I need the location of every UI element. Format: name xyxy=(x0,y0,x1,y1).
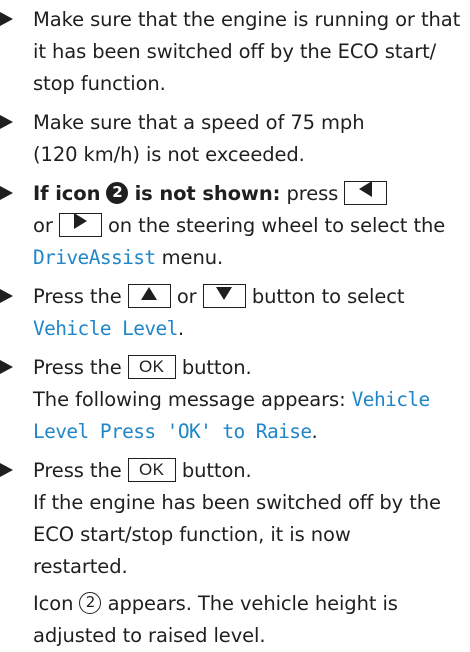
step-text: . xyxy=(177,317,184,340)
or-text: or xyxy=(176,285,197,308)
step-line: restarted. xyxy=(33,555,128,578)
step-line: Vehicle Level. xyxy=(33,313,470,345)
step-line: (120 km/h) is not exceeded. xyxy=(33,143,305,166)
step-line: it has been switched off by the ECO star… xyxy=(33,40,437,63)
step-line: Press the OK button. xyxy=(33,352,470,384)
step-line: Make sure that the engine is running or … xyxy=(33,8,461,31)
step-line: DriveAssist menu. xyxy=(33,242,470,274)
step-text: The following message appears: xyxy=(33,388,346,411)
step-line: Press the OK button. xyxy=(33,455,470,487)
left-arrow-icon xyxy=(359,180,373,197)
right-arrow-icon xyxy=(73,212,87,229)
bullet-icon xyxy=(0,360,13,374)
bullet-icon xyxy=(0,289,13,303)
or-text: or xyxy=(33,214,53,237)
step-line: adjusted to raised level. xyxy=(33,624,266,647)
step-text: button to select xyxy=(251,285,405,308)
step-select-vehicle-level: Press the or button to select Vehicle Le… xyxy=(0,281,470,345)
step-line: or on the steering wheel to select the xyxy=(33,210,470,242)
press-text: press xyxy=(286,182,339,205)
step-text: Press the xyxy=(33,459,122,482)
up-arrow-icon xyxy=(141,286,158,300)
down-arrow-icon xyxy=(216,286,233,300)
step-press-ok-message: Press the OK button. The following messa… xyxy=(0,352,470,448)
ok-key: OK xyxy=(127,354,176,379)
up-arrow-key xyxy=(127,283,171,308)
step-text: on the steering wheel to select the xyxy=(107,214,446,237)
step-line: If the engine has been switched off by t… xyxy=(33,491,441,514)
step-text: menu. xyxy=(161,246,224,269)
step-speed-limit: Make sure that a speed of 75 mph (120 km… xyxy=(0,107,470,171)
instruction-page: Make sure that the engine is running or … xyxy=(0,0,470,647)
step-text: appears. The vehicle height is xyxy=(107,592,398,615)
condition-label: If icon xyxy=(33,182,101,205)
right-arrow-key xyxy=(58,212,102,237)
step-line: Level Press 'OK' to Raise. xyxy=(33,416,470,448)
down-arrow-key xyxy=(202,283,246,308)
ok-key: OK xyxy=(127,457,176,482)
step-if-icon-not-shown: If icon 2 is not shown: press or on the … xyxy=(0,178,470,274)
condition-label-suffix: is not shown: xyxy=(134,182,281,205)
step-line: stop function. xyxy=(33,72,166,95)
bullet-icon xyxy=(0,12,13,26)
step-line: Make sure that a speed of 75 mph xyxy=(33,111,365,134)
menu-name: DriveAssist xyxy=(33,246,156,269)
step-text: Press the xyxy=(33,356,122,379)
step-text: button. xyxy=(181,356,252,379)
step-text: Press the xyxy=(33,285,122,308)
bullet-icon xyxy=(0,463,13,477)
step-text: Icon xyxy=(33,592,74,615)
bullet-icon xyxy=(0,115,13,129)
bullet-icon xyxy=(0,186,13,200)
step-line: Press the or button to select xyxy=(33,281,470,313)
display-message: Level Press 'OK' to Raise xyxy=(33,420,312,443)
step-line: The following message appears: Vehicle xyxy=(33,384,470,416)
step-line: Icon 2 appears. The vehicle height is xyxy=(33,588,470,620)
icon-2-marker: 2 xyxy=(79,591,102,614)
icon-2-marker: 2 xyxy=(106,181,129,204)
step-line: If icon 2 is not shown: press xyxy=(33,178,470,210)
step-line: ECO start/stop function, it is now xyxy=(33,523,351,546)
step-text: . xyxy=(311,420,318,443)
menu-item-name: Vehicle Level xyxy=(33,317,178,340)
display-message: Vehicle xyxy=(351,388,431,411)
left-arrow-key xyxy=(344,180,388,205)
step-press-ok-restart: Press the OK button. If the engine has b… xyxy=(0,455,470,652)
step-engine-running: Make sure that the engine is running or … xyxy=(0,4,470,100)
step-text: button. xyxy=(181,459,252,482)
